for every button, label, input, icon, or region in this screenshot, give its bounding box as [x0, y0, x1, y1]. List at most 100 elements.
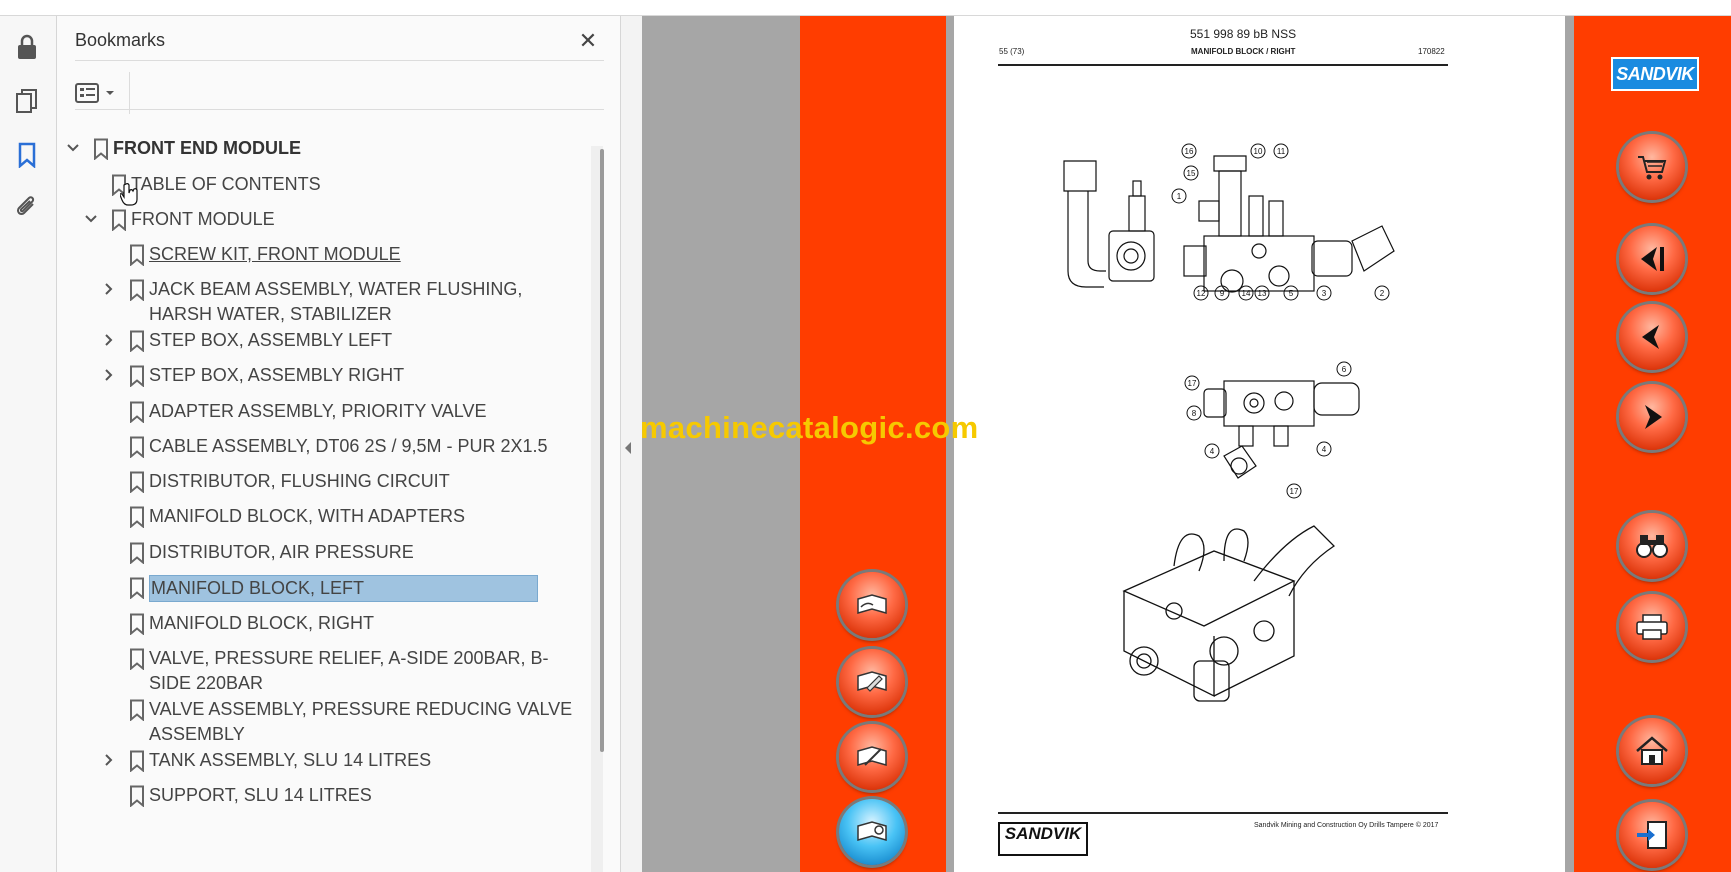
book-pencil-button[interactable] [839, 724, 905, 790]
cart-icon [1638, 156, 1667, 180]
previous-page-button[interactable] [1619, 304, 1685, 370]
date-code: 170822 [1418, 47, 1445, 56]
bookmark-options-button[interactable] [75, 76, 119, 110]
callout: 10 [1254, 147, 1263, 156]
manifold-drawing-iso [1122, 525, 1336, 702]
bookmark-label: ADAPTER ASSEMBLY, PRIORITY VALVE [149, 401, 487, 421]
bookmark-item[interactable]: STEP BOX, ASSEMBLY RIGHT [57, 359, 587, 394]
book-edit-button[interactable] [839, 649, 905, 715]
document-page: 551 998 89 bB NSS 55 (73) MANIFOLD BLOCK… [954, 16, 1565, 872]
watermark-text: machinecatalogic.com [640, 410, 979, 445]
binoculars-button[interactable] [1619, 513, 1685, 579]
bookmark-label: DISTRIBUTOR, FLUSHING CIRCUIT [149, 471, 450, 491]
bookmark-item[interactable]: VALVE ASSEMBLY, PRESSURE REDUCING VALVE … [57, 693, 587, 744]
page-title: MANIFOLD BLOCK / RIGHT [1191, 47, 1296, 56]
bookmark-item[interactable]: DISTRIBUTOR, AIR PRESSURE [57, 536, 587, 571]
bookmark-label: SUPPORT, SLU 14 LITRES [149, 785, 372, 805]
callout: 4 [1210, 447, 1215, 456]
bookmark-label: STEP BOX, ASSEMBLY LEFT [149, 330, 393, 350]
chevron-left-icon [625, 442, 631, 454]
home-button[interactable] [1619, 718, 1685, 784]
callout: 13 [1258, 289, 1267, 298]
exit-button[interactable] [1619, 802, 1685, 868]
bookmark-icon [129, 613, 147, 636]
bookmark-item[interactable]: FRONT MODULE [57, 203, 587, 238]
paperclip-icon[interactable] [12, 192, 42, 222]
chevron-down-icon[interactable] [65, 140, 81, 156]
bookmark-item[interactable]: STEP BOX, ASSEMBLY LEFT [57, 324, 587, 359]
bookmark-icon [129, 699, 147, 722]
bookmark-label: CABLE ASSEMBLY, DT06 2S / 9,5M - PUR 2X1… [149, 436, 548, 456]
hand-book-icon [857, 594, 887, 614]
toolbar-strip [0, 0, 1731, 16]
bookmark-item[interactable]: MANIFOLD BLOCK, RIGHT [57, 607, 587, 642]
divider [129, 72, 130, 114]
bookmark-item[interactable]: ADAPTER ASSEMBLY, PRIORITY VALVE [57, 395, 587, 430]
chevron-right-icon[interactable] [101, 367, 117, 383]
callout: 4 [1322, 445, 1327, 454]
callout: 6 [1342, 365, 1347, 374]
bookmarks-panel: Bookmarks ✕ FRONT END MODULE TABLE OF CON… [57, 16, 621, 872]
pages-icon[interactable] [12, 86, 42, 116]
bookmark-label: TABLE OF CONTENTS [131, 174, 321, 194]
callout: 8 [1192, 409, 1197, 418]
next-page-button[interactable] [1619, 384, 1685, 450]
navigation-rail [0, 16, 57, 872]
bookmark-item[interactable]: DISTRIBUTOR, FLUSHING CIRCUIT [57, 465, 587, 500]
bookmark-item[interactable]: SCREW KIT, FRONT MODULE [57, 238, 587, 273]
bookmark-item[interactable]: MANIFOLD BLOCK, WITH ADAPTERS [57, 500, 587, 535]
chevron-right-icon[interactable] [101, 752, 117, 768]
bookmark-label: MANIFOLD BLOCK, LEFT [149, 575, 538, 602]
book-edit-icon [857, 671, 887, 692]
footer-rule [998, 812, 1448, 814]
bookmark-item[interactable]: TANK ASSEMBLY, SLU 14 LITRES [57, 744, 587, 779]
chevron-down-icon [106, 91, 114, 95]
bookmark-options-icon [75, 83, 99, 103]
divider [75, 60, 604, 61]
bookmark-item[interactable]: JACK BEAM ASSEMBLY, WATER FLUSHING, HARS… [57, 273, 587, 324]
chevron-right-icon[interactable] [101, 281, 117, 297]
printer-button[interactable] [1619, 594, 1685, 660]
bookmark-icon [129, 365, 147, 388]
bookmark-icon [129, 330, 147, 353]
callout: 14 [1242, 289, 1251, 298]
header-rule [998, 64, 1448, 66]
lock-icon[interactable] [12, 32, 42, 62]
chevron-right-icon[interactable] [101, 332, 117, 348]
bookmark-item[interactable]: MANIFOLD BLOCK, LEFT [57, 571, 587, 606]
first-page-icon [1641, 247, 1664, 271]
bookmark-icon [129, 279, 147, 302]
callout: 2 [1380, 289, 1385, 298]
cart-button[interactable] [1619, 134, 1685, 200]
callout: 17 [1188, 379, 1197, 388]
callout: 9 [1220, 289, 1225, 298]
bookmark-label: FRONT END MODULE [113, 138, 301, 158]
bookmark-icon[interactable] [12, 140, 42, 170]
first-page-button[interactable] [1619, 226, 1685, 292]
bookmark-label: TANK ASSEMBLY, SLU 14 LITRES [149, 750, 432, 770]
bookmark-item[interactable]: CABLE ASSEMBLY, DT06 2S / 9,5M - PUR 2X1… [57, 430, 587, 465]
bookmark-item[interactable]: FRONT END MODULE [57, 132, 587, 167]
scrollbar-thumb[interactable] [600, 149, 604, 752]
callout: 11 [1277, 147, 1286, 156]
hand-book-button[interactable] [839, 572, 905, 638]
callout: 3 [1322, 289, 1327, 298]
bookmark-item[interactable]: SUPPORT, SLU 14 LITRES [57, 779, 587, 814]
footer-logo: SANDVIK [998, 822, 1088, 856]
panel-title: Bookmarks [75, 30, 166, 50]
next-page-icon [1645, 405, 1662, 429]
bookmark-label: JACK BEAM ASSEMBLY, WATER FLUSHING, HARS… [149, 279, 523, 324]
book-open-button[interactable] [839, 799, 905, 865]
chevron-down-icon[interactable] [83, 211, 99, 227]
bookmark-label: MANIFOLD BLOCK, WITH ADAPTERS [149, 506, 466, 526]
bookmark-icon [129, 244, 147, 267]
collapse-panel-handle[interactable] [622, 430, 634, 466]
document-code: 551 998 89 bB NSS [1190, 27, 1297, 41]
bookmark-item[interactable]: VALVE, PRESSURE RELIEF, A-SIDE 200BAR, B… [57, 642, 587, 693]
bookmark-label: SCREW KIT, FRONT MODULE [149, 244, 401, 264]
book-pencil-icon [857, 746, 887, 766]
bookmark-icon [129, 577, 147, 600]
close-icon[interactable]: ✕ [573, 26, 603, 56]
bookmark-label: STEP BOX, ASSEMBLY RIGHT [149, 365, 405, 385]
bookmark-label: VALVE ASSEMBLY, PRESSURE REDUCING VALVE … [149, 699, 573, 744]
